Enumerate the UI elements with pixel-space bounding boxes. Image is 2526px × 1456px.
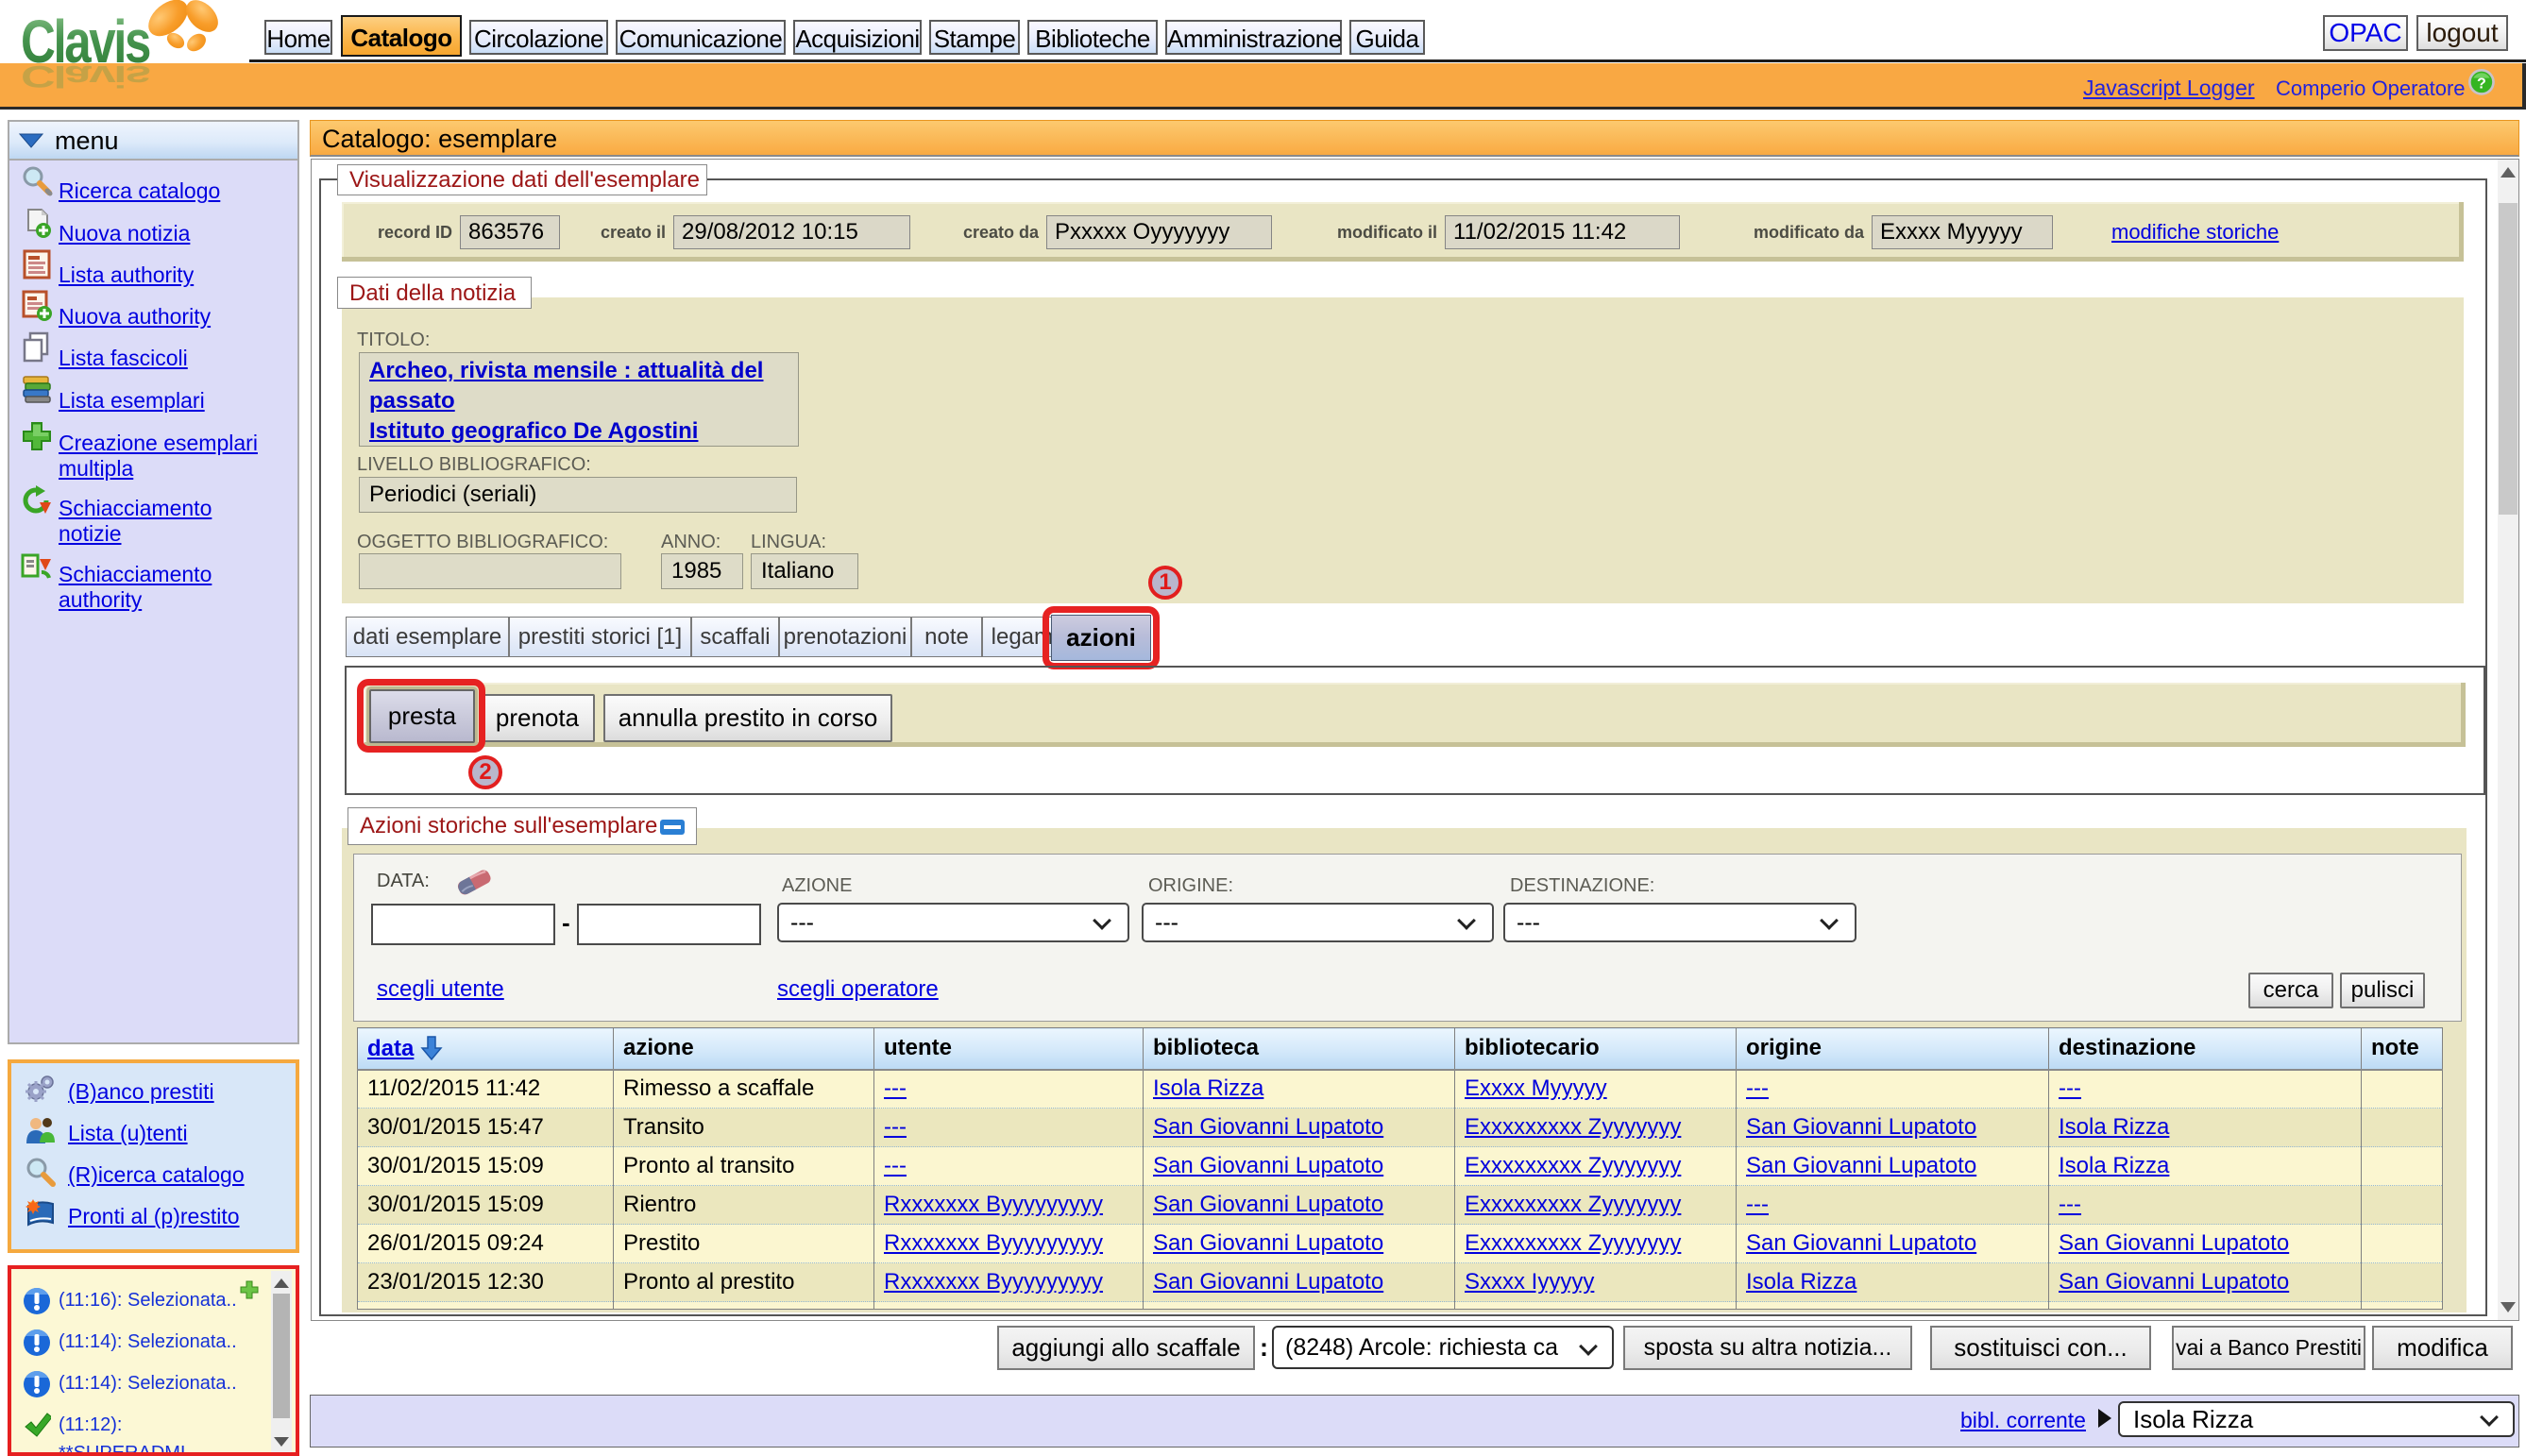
svg-text:?: ? — [2477, 75, 2486, 92]
svg-text:Clavis: Clavis — [21, 59, 150, 93]
